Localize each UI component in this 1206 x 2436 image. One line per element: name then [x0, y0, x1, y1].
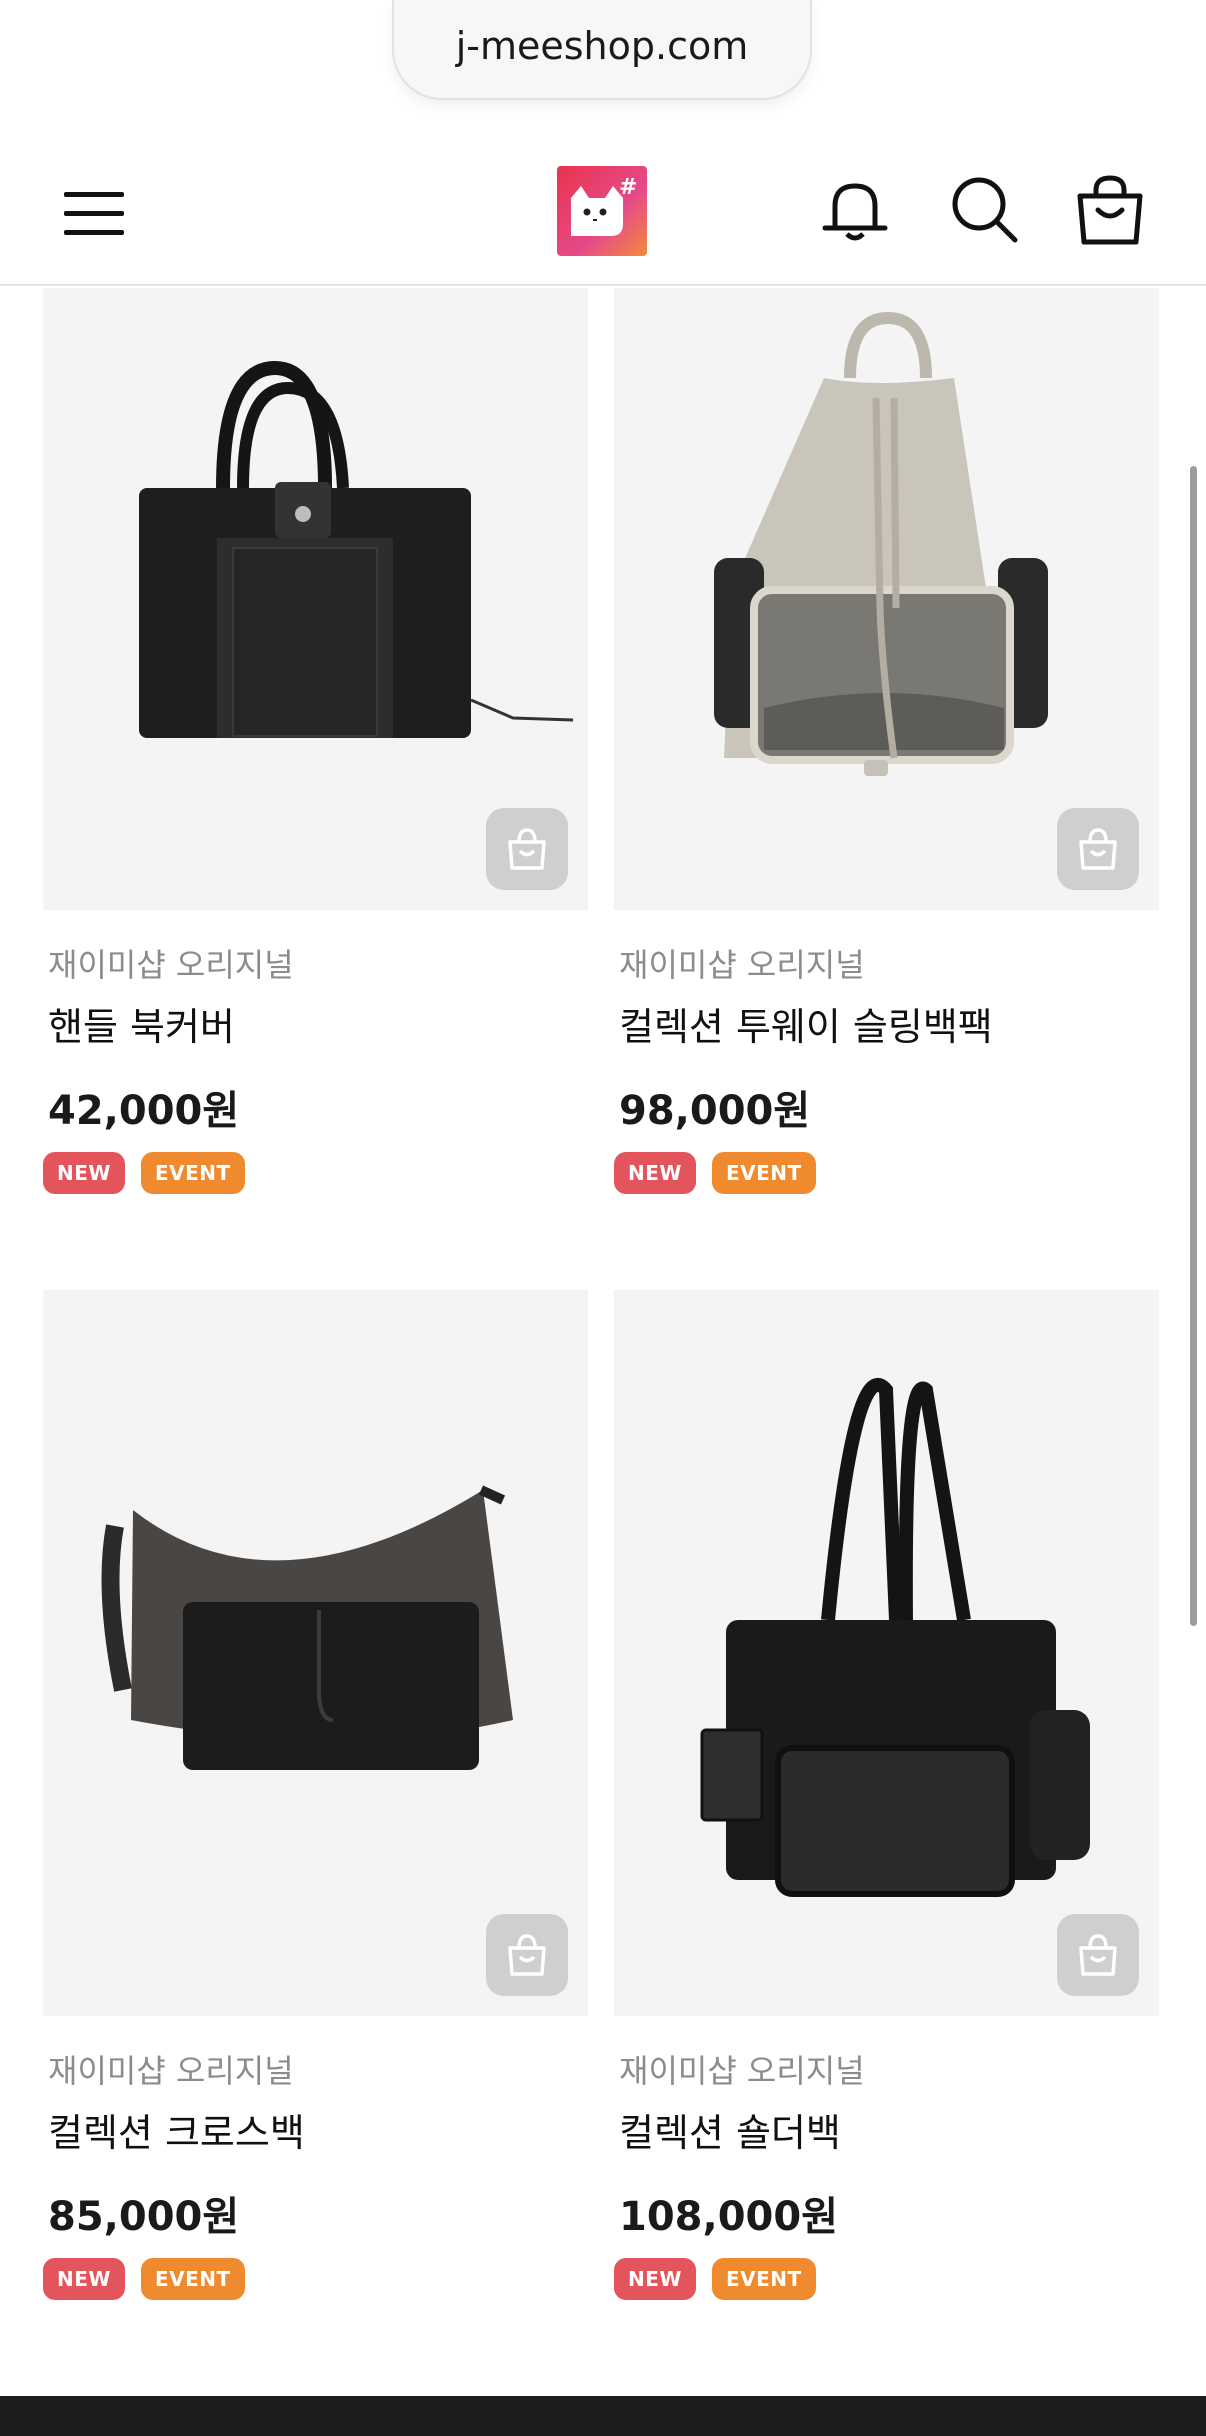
cart-add-icon[interactable]	[1057, 1914, 1139, 1996]
product-brand: 재이미샵 오리지널	[619, 2052, 865, 2090]
product-name[interactable]: 컬렉션 숄더백	[619, 2102, 841, 2157]
app-header: #	[0, 140, 1206, 286]
shopping-bag-icon[interactable]	[1070, 170, 1150, 250]
product-price: 98,000원	[619, 1088, 811, 1134]
cart-add-icon[interactable]	[486, 1914, 568, 1996]
url-text: j-meeshop.com	[455, 24, 749, 68]
bell-icon[interactable]	[815, 170, 895, 250]
hamburger-menu-icon[interactable]	[56, 184, 132, 244]
product-price: 42,000원	[48, 1088, 240, 1134]
product-image[interactable]	[614, 1290, 1159, 2016]
product-image[interactable]	[614, 288, 1159, 910]
badge-group: NEW EVENT	[614, 1152, 816, 1194]
product-card[interactable]: 재이미샵 오리지널 컬렉션 크로스백 85,000원 NEW EVENT	[43, 1290, 588, 2300]
badge-new: NEW	[43, 1152, 125, 1194]
svg-text:#: #	[619, 175, 637, 200]
product-brand: 재이미샵 오리지널	[48, 946, 294, 984]
product-brand: 재이미샵 오리지널	[48, 2052, 294, 2090]
cat-hashtag-logo[interactable]: #	[557, 166, 647, 256]
badge-event: EVENT	[140, 1152, 245, 1194]
badge-group: NEW EVENT	[614, 2258, 816, 2300]
product-card[interactable]: 재이미샵 오리지널 핸들 북커버 42,000원 NEW EVENT	[43, 288, 588, 1194]
product-card[interactable]: 재이미샵 오리지널 컬렉션 투웨이 슬링백팩 98,000원 NEW EVENT	[614, 288, 1159, 1194]
product-image[interactable]	[43, 1290, 588, 2016]
badge-event: EVENT	[140, 2258, 245, 2300]
badge-event: EVENT	[711, 1152, 816, 1194]
footer-bar	[0, 2396, 1206, 2436]
badge-new: NEW	[43, 2258, 125, 2300]
product-price: 108,000원	[619, 2194, 838, 2240]
product-brand: 재이미샵 오리지널	[619, 946, 865, 984]
product-name[interactable]: 컬렉션 투웨이 슬링백팩	[619, 996, 993, 1051]
scrollbar[interactable]	[1190, 466, 1197, 1626]
url-bar[interactable]: j-meeshop.com	[392, 0, 812, 100]
cart-add-icon[interactable]	[1057, 808, 1139, 890]
product-image[interactable]	[43, 288, 588, 910]
badge-group: NEW EVENT	[43, 1152, 245, 1194]
product-card[interactable]: 재이미샵 오리지널 컬렉션 숄더백 108,000원 NEW EVENT	[614, 1290, 1159, 2300]
badge-new: NEW	[614, 2258, 696, 2300]
search-icon[interactable]	[945, 170, 1025, 250]
badge-event: EVENT	[711, 2258, 816, 2300]
product-name[interactable]: 핸들 북커버	[48, 996, 235, 1051]
product-name[interactable]: 컬렉션 크로스백	[48, 2102, 305, 2157]
product-price: 85,000원	[48, 2194, 240, 2240]
cart-add-icon[interactable]	[486, 808, 568, 890]
badge-group: NEW EVENT	[43, 2258, 245, 2300]
badge-new: NEW	[614, 1152, 696, 1194]
